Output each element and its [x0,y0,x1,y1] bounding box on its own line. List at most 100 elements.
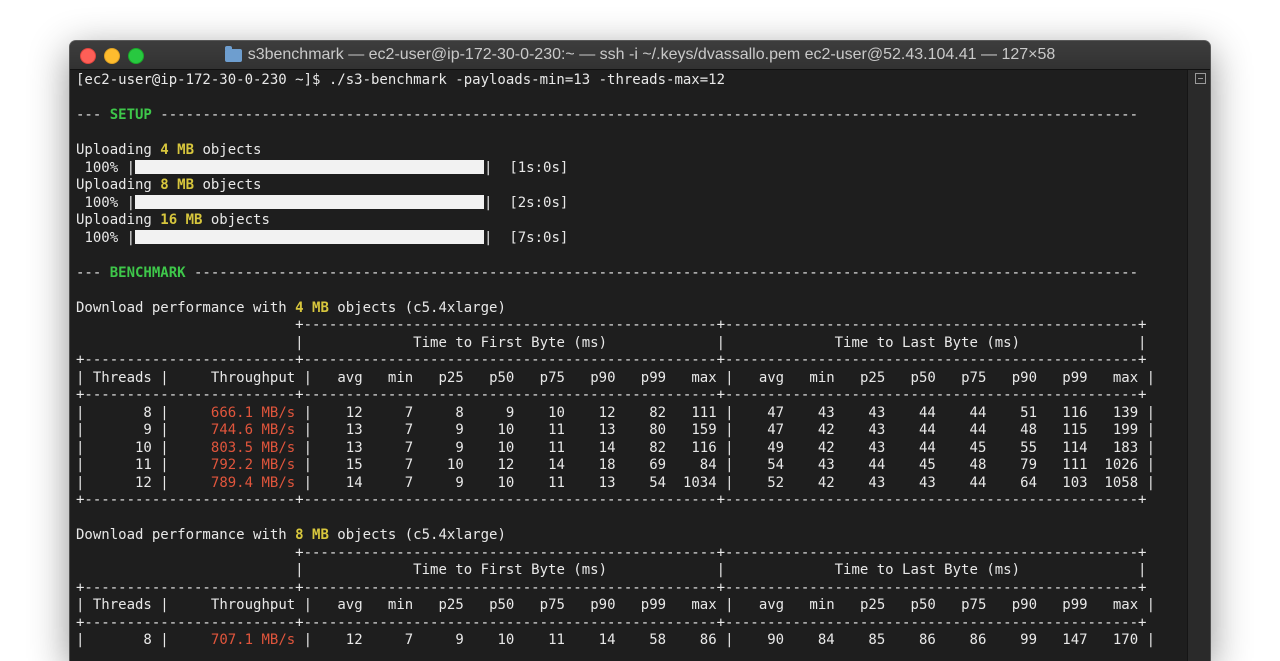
table-row: | 12 | 789.4 MB/s | 14 7 9 10 11 13 54 1… [76,474,1156,491]
progress-line: 100% | | [2s:0s] [84,194,569,211]
title-bar[interactable]: s3benchmark — ec2-user@ip-172-30-0-230:~… [70,41,1210,70]
ttfb-cell: 1034 [666,474,717,491]
ttlb-cell: 116 [1037,404,1088,421]
ttfb-cell: 11 [514,439,565,456]
throughput-cell: 792.2 MB/s [177,457,296,473]
throughput-cell: 789.4 MB/s [177,474,296,491]
ttlb-cell: 84 [784,632,835,648]
column-header: p75 [935,597,987,613]
table-header-row: | Threads | Throughput | avg min p25 p50… [76,369,1156,386]
ttfb-cell: 10 [463,439,515,456]
ttfb-cell: 82 [615,404,667,421]
ttlb-cell: 45 [935,439,987,456]
upload-label: Uploading [76,212,161,228]
ttlb-cell: 43 [784,404,835,421]
ttlb-cell: 43 [834,474,886,491]
column-header: avg [312,597,363,613]
section-divider: --- BENCHMARK --------------------------… [76,264,1139,281]
ttfb-cell: 9 [413,474,464,491]
ttlb-cell: 64 [986,474,1037,491]
upload-label: Uploading [76,142,161,158]
section-label: SETUP [109,107,152,123]
scrollbar[interactable] [1187,70,1210,661]
ttfb-cell: 116 [666,439,717,456]
ttlb-cell: 55 [986,439,1037,456]
ttfb-cell: 11 [514,474,565,491]
ttlb-cell: 115 [1037,422,1088,438]
table-title: objects (c5.4xlarge) [328,299,506,316]
ttlb-cell: 79 [986,457,1037,473]
ttlb-cell: 170 [1087,632,1139,648]
ttlb-cell: 44 [834,457,886,473]
column-header: Threads [92,369,152,386]
ttfb-cell: 58 [615,632,667,648]
table-border: +-------------------------+-------------… [76,579,1147,596]
table-header-row: | Threads | Throughput | avg min p25 p50… [76,597,1156,613]
ttfb-cell: 12 [463,457,515,473]
ttfb-cell: 7 [362,632,414,648]
column-header: p50 [885,369,936,386]
ttlb-cell: 43 [834,422,886,438]
column-header: p75 [514,597,565,613]
object-size: 8 MB [160,177,195,193]
progress-line: 100% | | [7s:0s] [84,229,569,246]
ttlb-cell: 1058 [1087,474,1139,491]
table-title: Download performance with [76,527,296,543]
ttlb-cell: 42 [784,422,835,438]
ttfb-group-header: Time to First Byte (ms) [303,334,717,351]
ttfb-cell: 12 [564,404,616,421]
upload-line: Uploading 8 MB objects [76,177,1188,195]
ttfb-cell: 14 [312,474,363,491]
ttfb-cell: 15 [312,457,363,473]
column-header: max [666,369,717,386]
ttlb-cell: 1026 [1087,457,1139,473]
ttfb-cell: 14 [514,457,565,473]
table-heading: Download performance with 4 MB objects (… [76,300,1188,318]
column-header: p90 [986,369,1037,386]
ttlb-cell: 48 [986,422,1037,438]
ttlb-cell: 44 [885,422,936,438]
ttfb-cell: 14 [564,632,616,648]
table-border: +-------------------------+-------------… [76,492,1147,508]
column-header: p99 [615,369,667,386]
shell-prompt: [ec2-user@ip-172-30-0-230 ~]$ ./s3-bench… [76,72,726,88]
ttlb-cell: 43 [834,404,886,421]
ttlb-cell: 45 [885,457,936,473]
ttfb-cell: 10 [413,457,464,473]
ttfb-cell: 8 [413,404,464,421]
column-header: p25 [834,369,886,386]
ttlb-cell: 103 [1037,474,1088,491]
ttfb-cell: 10 [514,404,565,421]
ttlb-cell: 44 [885,439,936,456]
progress-bar [135,159,485,174]
elapsed-time: [2s:0s] [509,194,569,211]
column-header: p25 [413,369,464,386]
column-header: avg [312,369,363,386]
ttlb-cell: 85 [834,632,886,648]
ttlb-cell: 51 [986,404,1037,421]
window-title-area: s3benchmark — ec2-user@ip-172-30-0-230:~… [70,41,1210,69]
table-row: | 8 | 707.1 MB/s | 12 7 9 10 11 14 58 86… [76,632,1156,648]
elapsed-time: [7s:0s] [509,229,569,246]
split-pane-icon[interactable] [1195,73,1206,84]
ttlb-cell: 147 [1037,632,1088,648]
ttlb-cell: 90 [733,632,785,648]
ttfb-cell: 111 [666,404,717,421]
table-row: | 10 | 803.5 MB/s | 13 7 9 10 11 14 82 1… [76,439,1156,456]
ttlb-cell: 44 [885,404,936,421]
ttfb-cell: 14 [564,439,616,456]
ttlb-cell: 42 [784,439,835,456]
ttfb-cell: 159 [666,422,717,438]
terminal-output[interactable]: [ec2-user@ip-172-30-0-230 ~]$ ./s3-bench… [70,70,1188,661]
ttlb-cell: 43 [885,474,936,491]
ttfb-group-header: Time to First Byte (ms) [303,562,717,578]
upload-line: Uploading 4 MB objects [76,142,1188,160]
table-group-header: | Time to First Byte (ms) | Time to Last… [76,562,1147,578]
ttfb-cell: 54 [615,474,667,491]
ttlb-cell: 42 [784,474,835,491]
ttfb-cell: 9 [413,632,464,648]
threads-cell: 8 [92,404,152,421]
object-size: 8 MB [295,527,329,543]
